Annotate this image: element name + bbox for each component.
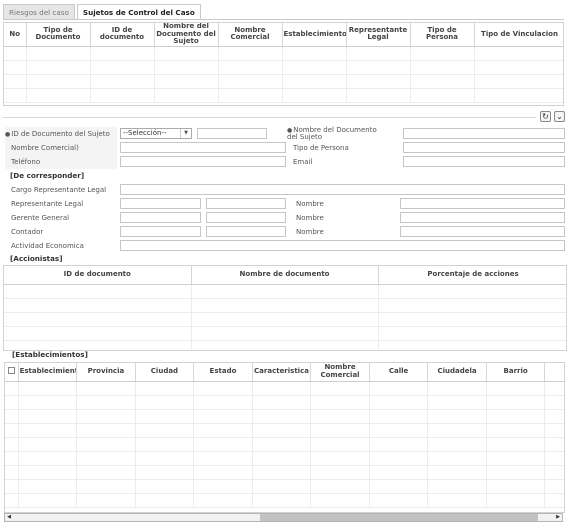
subjects-grid: No Tipo de Documento ID de documento Nom…: [3, 22, 564, 106]
establecimientos-grid: Establecimiento Provincia Ciudad Estado …: [4, 362, 565, 513]
contador-label: Contador: [11, 228, 44, 236]
column-header[interactable]: Barrio: [486, 363, 546, 382]
id-type-select[interactable]: --Selección-- ▼: [120, 128, 192, 139]
accionistas-grid-header: ID de documento Nombre de documento Porc…: [4, 266, 566, 285]
table-row[interactable]: [4, 46, 563, 61]
horizontal-scrollbar[interactable]: ◀ ▶: [4, 513, 563, 522]
column-header[interactable]: Estado: [193, 363, 253, 382]
column-header[interactable]: Nombre Comercial: [310, 363, 370, 382]
telefono-input[interactable]: [120, 156, 286, 167]
gerente-nombre-label: Nombre: [296, 214, 324, 222]
id-doc-label: ●ID de Documento del Sujeto: [5, 130, 110, 138]
nombre-comercial-label: Nombre Comercial): [11, 144, 79, 152]
table-row[interactable]: [5, 479, 564, 494]
table-row[interactable]: [5, 451, 564, 466]
column-header[interactable]: Establecimiento: [18, 363, 78, 382]
tab-riesgos-del-caso[interactable]: Riesgos del caso: [3, 4, 75, 20]
column-header[interactable]: Tipo de Documento: [26, 23, 91, 47]
establecimientos-grid-header: Establecimiento Provincia Ciudad Estado …: [5, 363, 564, 382]
column-header[interactable]: Nombre del Documento del Sujeto: [154, 23, 219, 47]
telefono-label: Teléfono: [11, 158, 41, 166]
table-row[interactable]: [5, 437, 564, 452]
tab-underline: [3, 19, 564, 20]
column-header[interactable]: Nombre Comercial: [218, 23, 283, 47]
column-header[interactable]: Establecimiento: [282, 23, 347, 47]
actividad-label: Actividad Economica: [11, 242, 84, 250]
email-input[interactable]: [403, 156, 565, 167]
table-row[interactable]: [5, 409, 564, 424]
column-header[interactable]: Nu: [544, 363, 564, 382]
rep-legal-label: Representante Legal: [11, 200, 84, 208]
table-row[interactable]: [4, 284, 566, 299]
scroll-left-icon[interactable]: ◀: [5, 514, 13, 521]
contador-type-input[interactable]: [120, 226, 201, 237]
gerente-nombre-input[interactable]: [400, 212, 565, 223]
establecimientos-title: [Establecimientos]: [12, 350, 88, 359]
contador-nombre-label: Nombre: [296, 228, 324, 236]
table-row[interactable]: [5, 395, 564, 410]
subjects-grid-header: No Tipo de Documento ID de documento Nom…: [4, 23, 563, 47]
chevron-down-icon[interactable]: ⌄: [554, 111, 565, 122]
accionistas-title: [Accionistas]: [10, 254, 63, 263]
toolbar-divider: [3, 117, 536, 118]
nombre-comercial-input[interactable]: [120, 142, 286, 153]
table-row[interactable]: [4, 60, 563, 75]
contador-nombre-input[interactable]: [400, 226, 565, 237]
id-doc-input[interactable]: [197, 128, 267, 139]
column-header[interactable]: Representante Legal: [346, 23, 411, 47]
tipo-persona-input[interactable]: [403, 142, 565, 153]
column-header[interactable]: Provincia: [76, 363, 136, 382]
table-row[interactable]: [4, 312, 566, 327]
tipo-persona-label: Tipo de Persona: [293, 144, 349, 152]
gerente-type-input[interactable]: [120, 212, 201, 223]
scroll-right-icon[interactable]: ▶: [554, 514, 562, 521]
nombre-doc-input[interactable]: [403, 128, 565, 139]
column-header[interactable]: Ciudad: [135, 363, 195, 382]
cargo-rep-input[interactable]: [120, 184, 565, 195]
column-header[interactable]: Calle: [369, 363, 429, 382]
cargo-rep-label: Cargo Representante Legal: [11, 186, 107, 194]
column-header[interactable]: Caracteristica: [252, 363, 312, 382]
accionistas-grid: ID de documento Nombre de documento Porc…: [3, 265, 567, 351]
column-header[interactable]: Porcentaje de acciones: [378, 266, 566, 285]
tab-bar: Riesgos del caso Sujetos de Control del …: [3, 4, 203, 20]
gerente-label: Gerente General: [11, 214, 70, 222]
table-row[interactable]: [5, 423, 564, 438]
column-header[interactable]: Nombre de documento: [191, 266, 379, 285]
table-row[interactable]: [4, 88, 563, 103]
scrollbar-thumb[interactable]: [260, 514, 538, 521]
rep-legal-type-input[interactable]: [120, 198, 201, 209]
table-row[interactable]: [4, 340, 566, 350]
refresh-icon[interactable]: ↻: [540, 111, 551, 122]
email-label: Email: [293, 158, 313, 166]
rep-legal-id-input[interactable]: [206, 198, 286, 209]
actividad-input[interactable]: [120, 240, 565, 251]
nombre-doc-label: ●Nombre del Documento del Sujeto: [287, 126, 377, 141]
column-header[interactable]: ID de documento: [90, 23, 155, 47]
column-header[interactable]: ID de documento: [4, 266, 192, 285]
chevron-down-icon: ▼: [180, 129, 191, 138]
gerente-id-input[interactable]: [206, 212, 286, 223]
table-row[interactable]: [5, 465, 564, 480]
rep-legal-nombre-label: Nombre: [296, 200, 324, 208]
tab-sujetos-de-control[interactable]: Sujetos de Control del Caso: [76, 4, 201, 20]
select-all-checkbox[interactable]: [5, 363, 19, 382]
column-header[interactable]: Ciudadela: [427, 363, 487, 382]
rep-legal-nombre-input[interactable]: [400, 198, 565, 209]
column-header[interactable]: Tipo de Persona: [410, 23, 475, 47]
table-row[interactable]: [5, 493, 564, 508]
contador-id-input[interactable]: [206, 226, 286, 237]
table-row[interactable]: [4, 326, 566, 341]
table-row[interactable]: [5, 381, 564, 396]
column-header[interactable]: No: [4, 23, 27, 47]
correspond-title: [De corresponder]: [10, 171, 85, 180]
table-row[interactable]: [4, 298, 566, 313]
table-row[interactable]: [4, 74, 563, 89]
column-header[interactable]: Tipo de Vinculacion: [474, 23, 563, 47]
